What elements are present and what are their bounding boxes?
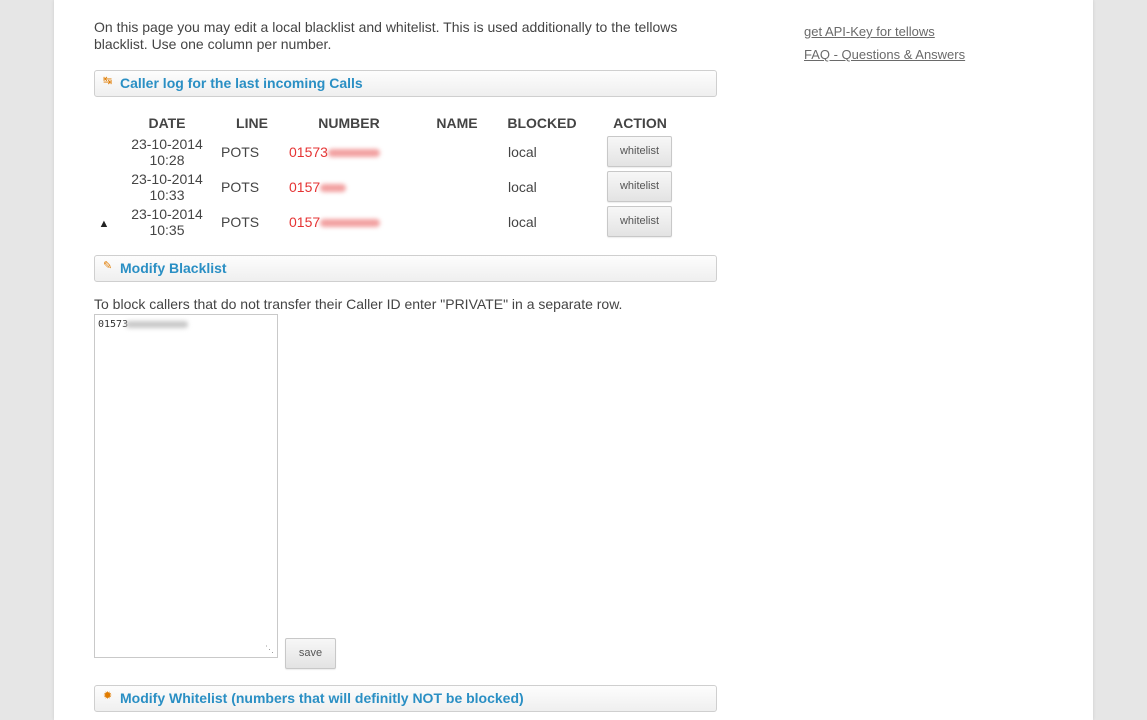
resize-handle-icon[interactable]: ⋱ <box>265 646 274 655</box>
call-line: POTS <box>221 213 260 230</box>
call-number[interactable]: 0157 <box>289 179 320 195</box>
call-line: POTS <box>221 178 260 195</box>
sidebar-links: get API-Key for tellows FAQ - Questions … <box>804 24 965 70</box>
intro-text: On this page you may edit a local blackl… <box>94 19 678 52</box>
call-name <box>414 169 500 204</box>
caller-log-title: Caller log for the last incoming Calls <box>120 75 363 91</box>
call-name <box>414 204 500 239</box>
call-date: 23-10-2014 10:35 <box>131 205 203 238</box>
save-button[interactable]: save <box>285 638 336 669</box>
gear-icon: ✹ <box>103 690 113 702</box>
warning-icon: ▲ <box>98 217 110 230</box>
blacklist-title: Modify Blacklist <box>120 260 227 276</box>
whitelist-title: Modify Whitelist (numbers that will defi… <box>120 690 524 706</box>
call-blocked: local <box>508 178 537 195</box>
api-key-link[interactable]: get API-Key for tellows <box>804 24 965 40</box>
blacklist-value: 01573 <box>98 319 129 330</box>
whitelist-header[interactable]: ✹ Modify Whitelist (numbers that will de… <box>94 685 717 712</box>
blacklist-textarea[interactable]: 01573 ⋱ <box>94 314 278 658</box>
call-blocked: local <box>508 143 537 160</box>
table-header-row: DATE LINE NUMBER NAME BLOCKED ACTION <box>94 112 696 134</box>
call-line: POTS <box>221 143 260 160</box>
wrench-icon: ✎ <box>103 260 113 272</box>
caller-log-header: ↹ Caller log for the last incoming Calls <box>94 70 717 97</box>
caller-log-table: DATE LINE NUMBER NAME BLOCKED ACTION 23-… <box>94 112 696 239</box>
col-header-name: NAME <box>436 115 478 131</box>
whitelist-button[interactable]: whitelist <box>607 171 672 202</box>
incoming-call-icon: ↹ <box>103 75 113 87</box>
col-header-number: NUMBER <box>318 115 380 131</box>
redacted-number-blur <box>320 218 381 227</box>
call-blocked: local <box>508 213 537 230</box>
col-header-line: LINE <box>236 115 268 131</box>
redacted-number-blur <box>320 183 347 192</box>
redacted-number-blur <box>126 320 189 328</box>
redacted-number-blur <box>327 148 380 157</box>
table-row: 23-10-2014 10:28 POTS 01573 local whitel… <box>94 134 696 169</box>
call-date: 23-10-2014 10:28 <box>131 135 203 168</box>
blacklist-note: To block callers that do not transfer th… <box>94 296 623 312</box>
call-name <box>414 134 500 169</box>
faq-link[interactable]: FAQ - Questions & Answers <box>804 47 965 63</box>
whitelist-button[interactable]: whitelist <box>607 206 672 237</box>
blacklist-header[interactable]: ✎ Modify Blacklist <box>94 255 717 282</box>
call-number[interactable]: 01573 <box>289 144 328 160</box>
col-header-action: ACTION <box>613 115 667 131</box>
call-date: 23-10-2014 10:33 <box>131 170 203 203</box>
col-header-date: DATE <box>148 115 186 131</box>
col-header-blocked: BLOCKED <box>507 115 577 131</box>
table-row: ▲ 23-10-2014 10:35 POTS 0157 local white… <box>94 204 696 239</box>
whitelist-button[interactable]: whitelist <box>607 136 672 167</box>
page-content: On this page you may edit a local blackl… <box>54 0 1093 720</box>
table-row: 23-10-2014 10:33 POTS 0157 local whiteli… <box>94 169 696 204</box>
call-number[interactable]: 0157 <box>289 214 320 230</box>
